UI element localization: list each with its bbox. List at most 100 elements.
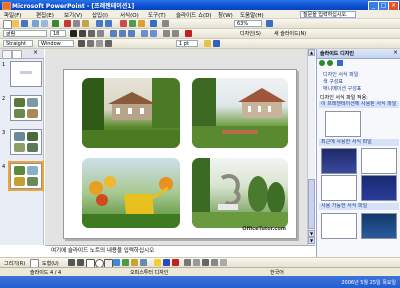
copy-icon[interactable] (73, 20, 80, 27)
dash-style-icon[interactable] (96, 40, 103, 47)
align-right-icon[interactable] (128, 30, 135, 37)
help-icon[interactable] (266, 20, 273, 27)
line-weight-select[interactable]: 1 pt (176, 40, 198, 47)
clipart-icon[interactable] (131, 259, 138, 266)
shadow-icon[interactable] (97, 30, 104, 37)
menu-tools[interactable]: 도구(T) (148, 11, 166, 19)
menu-insert[interactable]: 삽입(I) (92, 11, 108, 19)
arrow-tool-icon[interactable] (77, 259, 84, 266)
forward-icon[interactable] (327, 60, 333, 66)
fill-color-draw-icon[interactable] (154, 259, 161, 266)
section-used-templates[interactable]: 이 프레젠테이션에 사용된 서식 파일 (319, 101, 399, 108)
wordart-icon[interactable] (113, 259, 120, 266)
slide-thumbnail-3[interactable] (10, 129, 42, 155)
diagram-icon[interactable] (122, 259, 129, 266)
undo-icon[interactable] (96, 20, 103, 27)
scroll-down-icon[interactable]: ▼ (308, 230, 315, 237)
zoom-select[interactable]: 63% (234, 20, 262, 27)
numbering-icon[interactable] (141, 30, 148, 37)
section-recent-templates[interactable]: 최근에 사용한 서식 파일 (319, 139, 399, 146)
font-color-icon[interactable] (185, 30, 192, 37)
line-style-icon[interactable] (87, 40, 94, 47)
open-icon[interactable] (12, 20, 19, 27)
design-thumb-recent-1[interactable] (321, 148, 357, 174)
line-tool-icon[interactable] (68, 259, 75, 266)
design-thumb-available-2[interactable] (361, 213, 397, 239)
connector-style-select[interactable]: Straight (3, 40, 33, 47)
align-center-icon[interactable] (119, 30, 126, 37)
vertical-scrollbar[interactable]: ▲ ▼ ▼ (307, 49, 315, 245)
design-thumb-recent-2[interactable] (361, 148, 397, 174)
line-color-icon[interactable] (78, 40, 85, 47)
redo-icon[interactable] (105, 20, 112, 27)
menu-help[interactable]: 도움말(H) (240, 11, 264, 19)
fill-color-icon[interactable] (204, 40, 211, 47)
photo-garden-building[interactable] (192, 78, 288, 148)
hyperlink-icon[interactable] (150, 20, 157, 27)
insert-chart-icon[interactable] (120, 20, 127, 27)
cut-icon[interactable] (64, 20, 71, 27)
draw-menu-button[interactable]: 그리기(R) (4, 260, 25, 267)
save-icon[interactable] (21, 20, 28, 27)
slide-thumbnail-4[interactable] (8, 161, 44, 191)
menu-format[interactable]: 서식(O) (120, 11, 139, 19)
scroll-thumb[interactable] (308, 179, 315, 229)
line-style-draw-icon[interactable] (184, 259, 191, 266)
home-icon[interactable] (337, 60, 343, 66)
print-icon[interactable] (32, 20, 39, 27)
spelling-icon[interactable] (52, 20, 59, 27)
task-pane-close-icon[interactable]: × (393, 49, 398, 56)
3d-style-icon[interactable] (220, 259, 227, 266)
line-color-draw-icon[interactable] (163, 259, 170, 266)
arrow-style-icon[interactable] (105, 40, 112, 47)
next-slide-icon[interactable]: ▼ (308, 237, 315, 244)
arrow-style-draw-icon[interactable] (202, 259, 209, 266)
grid-icon[interactable] (162, 20, 169, 27)
menu-file[interactable]: 파일(F) (4, 11, 22, 19)
menu-view[interactable]: 보기(V) (64, 11, 82, 19)
photo-flower-garden[interactable] (82, 158, 180, 228)
photo-sculpture-garden[interactable] (192, 158, 288, 228)
scroll-up-icon[interactable]: ▲ (308, 49, 315, 56)
bullets-icon[interactable] (150, 30, 157, 37)
new-slide-button[interactable]: 새 슬라이드(N) (274, 30, 306, 37)
insert-table-icon[interactable] (129, 20, 136, 27)
underline-icon[interactable] (88, 30, 95, 37)
font-name-select[interactable]: 굴림 (3, 30, 47, 37)
tab-slides[interactable] (12, 50, 22, 59)
menu-window[interactable]: 창(W) (218, 11, 233, 19)
menu-slideshow[interactable]: 슬라이드 쇼(D) (176, 11, 212, 19)
back-icon[interactable] (319, 60, 325, 66)
design-thumb-recent-4[interactable] (361, 175, 397, 201)
preview-icon[interactable] (41, 20, 48, 27)
help-question-box[interactable]: 질문을 입력하십시오. (300, 11, 356, 18)
slide-thumbnail-2[interactable] (10, 95, 42, 121)
pane-close-icon[interactable]: × (33, 50, 41, 57)
new-icon[interactable] (3, 20, 12, 29)
font-size-select[interactable]: 18 (50, 30, 66, 37)
dash-style-draw-icon[interactable] (193, 259, 200, 266)
paste-icon[interactable] (82, 20, 89, 27)
current-slide[interactable]: OfficeTutor.com (63, 69, 297, 239)
link-design-templates[interactable]: 디자인 서식 파일 (323, 71, 358, 78)
link-animation-schemes[interactable]: 애니메이션 구성표 (323, 85, 361, 92)
shadow-draw-icon[interactable] (211, 259, 218, 266)
photo-mansion[interactable] (82, 78, 180, 148)
italic-icon[interactable] (79, 30, 86, 37)
picture-icon[interactable] (140, 259, 147, 266)
autoshapes-button[interactable]: 도형(U) (42, 260, 59, 267)
design-button[interactable]: 디자인(S) (240, 30, 261, 37)
menu-edit[interactable]: 편집(E) (36, 11, 54, 19)
powerpoint-app-icon[interactable] (2, 2, 11, 10)
bold-icon[interactable] (70, 30, 77, 37)
tab-outline[interactable] (2, 50, 12, 59)
slide-thumbnail-1[interactable] (10, 61, 42, 87)
increase-font-icon[interactable] (163, 30, 170, 37)
link-color-schemes[interactable]: 색 구성표 (323, 78, 343, 85)
decrease-font-icon[interactable] (172, 30, 179, 37)
window-select[interactable]: Window (38, 40, 74, 47)
design-thumb-recent-3[interactable] (321, 175, 357, 201)
align-left-icon[interactable] (110, 30, 117, 37)
design-thumb-available-1[interactable] (321, 213, 357, 239)
section-available-templates[interactable]: 사용 가능한 서식 파일 (319, 203, 399, 210)
